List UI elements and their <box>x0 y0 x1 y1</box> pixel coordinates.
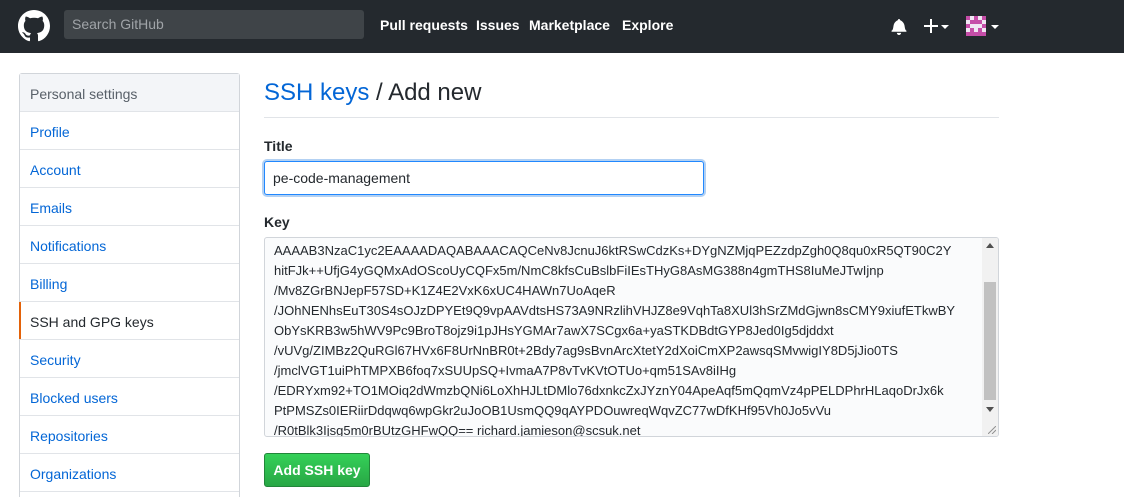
search-placeholder: Search GitHub <box>72 16 164 32</box>
sidebar-item-repositories[interactable]: Repositories <box>20 416 239 454</box>
nav-explore[interactable]: Explore <box>622 17 673 33</box>
title-input[interactable] <box>264 161 704 195</box>
nav-issues[interactable]: Issues <box>476 17 520 33</box>
plus-chevron-down-icon[interactable] <box>941 25 949 29</box>
breadcrumb-separator: / <box>369 79 389 106</box>
page-title: SSH keys / Add new <box>264 79 481 107</box>
key-textarea-scrollbar[interactable] <box>982 238 998 436</box>
sidebar-item-organizations[interactable]: Organizations <box>20 454 239 492</box>
title-divider <box>264 117 999 118</box>
avatar[interactable] <box>966 16 986 36</box>
nav-marketplace[interactable]: Marketplace <box>529 17 610 33</box>
search-input[interactable]: Search GitHub <box>64 10 364 39</box>
plus-icon[interactable] <box>924 19 938 33</box>
key-textarea[interactable]: AAAAB3NzaC1yc2EAAAADAQABAAACAQCeNv8JcnuJ… <box>264 237 999 437</box>
nav-pull-requests[interactable]: Pull requests <box>380 17 468 33</box>
resize-grip-icon[interactable] <box>988 426 996 434</box>
breadcrumb-ssh-keys-link[interactable]: SSH keys <box>264 79 369 106</box>
key-textarea-content: AAAAB3NzaC1yc2EAAAADAQABAAACAQCeNv8JcnuJ… <box>274 243 956 437</box>
sidebar-item-notifications[interactable]: Notifications <box>20 226 239 264</box>
settings-sidebar: Personal settings Profile Account Emails… <box>19 73 240 497</box>
scroll-up-arrow-icon[interactable] <box>986 243 994 248</box>
sidebar-item-emails[interactable]: Emails <box>20 188 239 226</box>
sidebar-item-blocked-users[interactable]: Blocked users <box>20 378 239 416</box>
sidebar-heading: Personal settings <box>20 74 239 112</box>
sidebar-item-billing[interactable]: Billing <box>20 264 239 302</box>
add-ssh-key-button[interactable]: Add SSH key <box>264 453 370 487</box>
bell-icon[interactable] <box>891 18 907 35</box>
title-field-label: Title <box>264 138 293 154</box>
github-logo-icon[interactable] <box>18 10 50 42</box>
breadcrumb-current: Add new <box>388 79 482 106</box>
header-bar: Search GitHub Pull requests Issues Marke… <box>0 0 1124 53</box>
sidebar-item-profile[interactable]: Profile <box>20 112 239 150</box>
scroll-down-arrow-icon[interactable] <box>986 407 994 412</box>
avatar-chevron-down-icon[interactable] <box>991 25 999 29</box>
sidebar-item-security[interactable]: Security <box>20 340 239 378</box>
key-field-label: Key <box>264 214 290 230</box>
sidebar-item-ssh-gpg-keys[interactable]: SSH and GPG keys <box>19 302 239 340</box>
sidebar-item-account[interactable]: Account <box>20 150 239 188</box>
scroll-thumb[interactable] <box>984 282 996 400</box>
